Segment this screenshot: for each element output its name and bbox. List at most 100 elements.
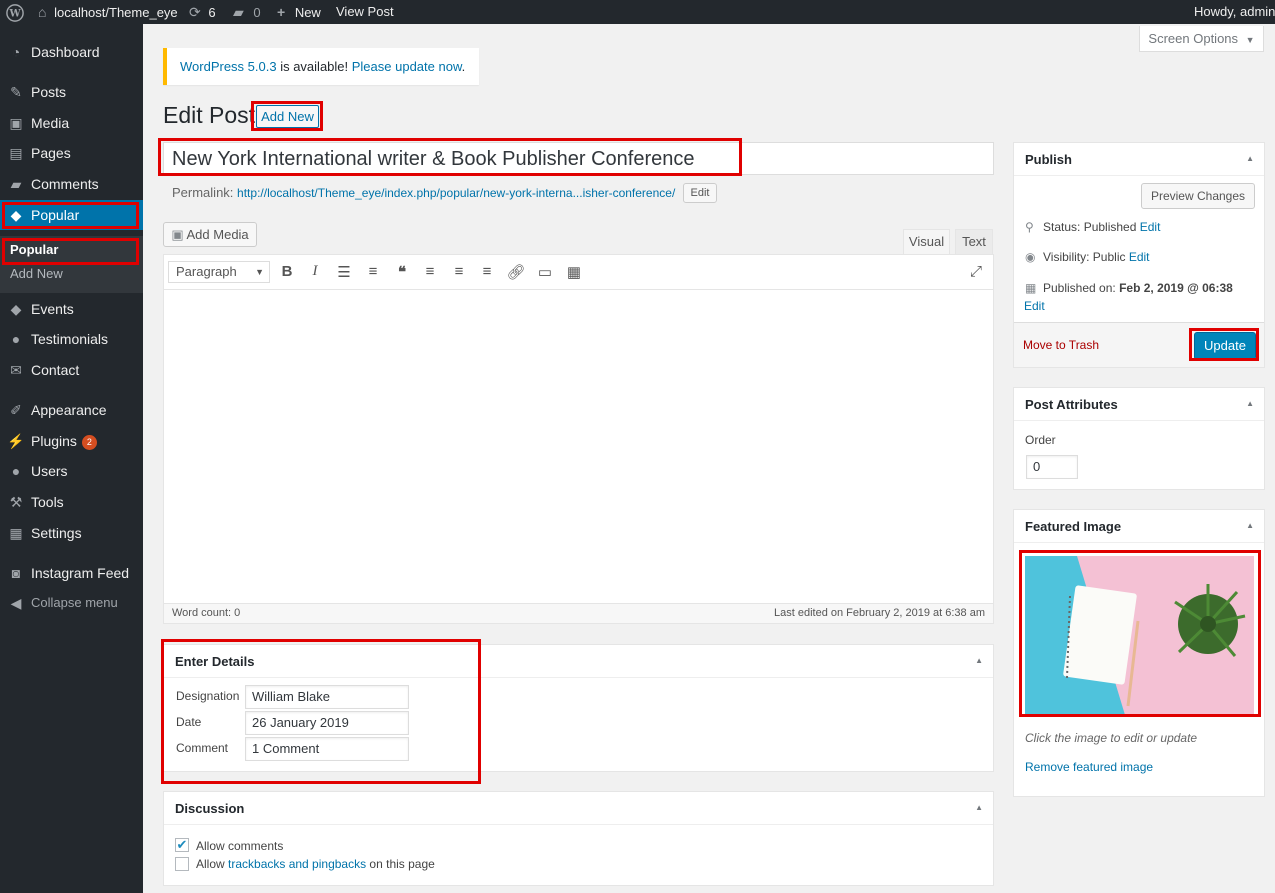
word-count: Word count: 0	[172, 607, 241, 619]
brush-icon: ✐	[10, 402, 22, 418]
collapse-toggle-icon[interactable]: ▲	[1246, 521, 1254, 530]
collapse-toggle-icon[interactable]: ▲	[1246, 399, 1254, 408]
site-name-link[interactable]: ⌂ localhost/Theme_eye	[38, 0, 178, 24]
media-icon: ▣	[9, 115, 23, 131]
sidebar-item-instagram-feed[interactable]: ◙ Instagram Feed	[0, 558, 143, 588]
updates-link[interactable]: ⟳ 6	[189, 0, 216, 24]
screen-options-button[interactable]: Screen Options ▼	[1139, 26, 1264, 52]
date-input[interactable]: 26 January 2019	[245, 711, 409, 735]
admin-sidebar: ◔ Dashboard ✎ Posts ▣ Media ▤ Pages ▰ Comment…	[0, 24, 143, 893]
comments-link[interactable]: ▰ 0	[233, 0, 261, 24]
allow-comments-checkbox[interactable]: ✔	[175, 838, 189, 852]
sidebar-item-users[interactable]: ● Users	[0, 456, 143, 486]
comment-input[interactable]: 1 Comment	[245, 737, 409, 761]
move-to-trash-link[interactable]: Move to Trash	[1023, 338, 1099, 352]
pin-icon: ✎	[10, 84, 22, 100]
settings-icon: ▦	[9, 525, 23, 541]
sidebar-item-appearance[interactable]: ✐ Appearance	[0, 395, 143, 425]
sidebar-item-plugins[interactable]: ⚡ Plugins 2	[0, 426, 143, 456]
add-new-button[interactable]: Add New	[256, 105, 319, 128]
publish-header[interactable]: Publish ▲	[1014, 143, 1264, 176]
tab-text[interactable]: Text	[955, 229, 993, 254]
italic-icon[interactable]: I	[305, 263, 325, 280]
trackbacks-link[interactable]: trackbacks and pingbacks	[228, 857, 366, 871]
read-more-icon[interactable]: ▭	[535, 263, 555, 281]
tag-icon: ◆	[10, 207, 22, 223]
published-on-edit-link[interactable]: Edit	[1024, 299, 1045, 313]
post-attributes-header[interactable]: Post Attributes ▲	[1014, 388, 1264, 421]
enter-details-header[interactable]: Enter Details ▲	[164, 645, 993, 678]
sidebar-item-dashboard[interactable]: ◔ Dashboard	[0, 37, 143, 67]
remove-featured-image-link[interactable]: Remove featured image	[1025, 760, 1153, 774]
submenu-item-add-new[interactable]: Add New	[10, 266, 63, 281]
sidebar-item-popular[interactable]: ◆ Popular	[0, 200, 143, 230]
featured-image-thumbnail[interactable]	[1025, 556, 1254, 715]
designation-label: Designation	[176, 689, 240, 703]
plugin-icon: ⚡	[7, 433, 25, 449]
status-edit-link[interactable]: Edit	[1140, 220, 1161, 234]
wrench-icon: ⚒	[9, 494, 23, 510]
fullscreen-icon[interactable]: ⤢	[966, 263, 986, 280]
users-icon: ●	[11, 331, 21, 347]
content-editor: Paragraph ▼ B I ☰ ≡ ❝ ≡ ≡ ≡ 🔗︎ ▭ ▦ ⤢ Word…	[163, 254, 994, 624]
featured-image-header[interactable]: Featured Image ▲	[1014, 510, 1264, 543]
sidebar-item-posts[interactable]: ✎ Posts	[0, 77, 143, 107]
featured-image-hint: Click the image to edit or update	[1025, 731, 1198, 745]
visibility-edit-link[interactable]: Edit	[1129, 250, 1150, 264]
discussion-header[interactable]: Discussion ▲	[164, 792, 993, 825]
sidebar-item-pages[interactable]: ▤ Pages	[0, 138, 143, 168]
align-right-icon[interactable]: ≡	[477, 263, 497, 280]
comment-icon: ▰	[10, 176, 22, 192]
update-now-link[interactable]: Please update now	[352, 59, 462, 74]
howdy-user[interactable]: Howdy, admin	[1194, 0, 1275, 24]
sidebar-item-events[interactable]: ◆ Events	[0, 294, 143, 324]
sidebar-item-contact[interactable]: ✉ Contact	[0, 355, 143, 385]
submenu-item-popular[interactable]: Popular	[10, 242, 58, 257]
caret-down-icon: ▼	[255, 267, 264, 277]
publish-actions: Move to Trash Update	[1014, 322, 1264, 367]
published-on-row: ▦ Published on: Feb 2, 2019 @ 06:38	[1025, 281, 1233, 295]
plugins-update-badge: 2	[81, 434, 97, 450]
wordpress-logo-icon[interactable]: W	[6, 0, 24, 24]
designation-input[interactable]: William Blake	[245, 685, 409, 709]
bullet-list-icon[interactable]: ☰	[334, 263, 354, 281]
mail-icon: ✉	[10, 362, 22, 378]
publish-box: Publish ▲ Preview Changes ⚲ Status: Publis…	[1013, 142, 1265, 368]
preview-changes-button[interactable]: Preview Changes	[1141, 183, 1255, 209]
collapse-toggle-icon[interactable]: ▲	[975, 656, 983, 665]
sidebar-item-media[interactable]: ▣ Media	[0, 108, 143, 138]
collapse-menu-button[interactable]: ◀ Collapse menu	[0, 588, 143, 618]
discussion-box: Discussion ▲ ✔ Allow comments Allow track…	[163, 791, 994, 886]
align-center-icon[interactable]: ≡	[449, 263, 469, 280]
page-title: Edit Post	[163, 102, 256, 128]
bold-icon[interactable]: B	[277, 263, 297, 280]
numbered-list-icon[interactable]: ≡	[363, 263, 383, 280]
format-select[interactable]: Paragraph ▼	[168, 261, 270, 283]
plus-icon: +	[277, 4, 286, 20]
permalink-url[interactable]: http://localhost/Theme_eye/index.php/pop…	[237, 186, 675, 200]
allow-trackbacks-checkbox[interactable]	[175, 857, 189, 871]
post-title-input[interactable]: New York International writer & Book Pub…	[163, 142, 994, 175]
sidebar-item-tools[interactable]: ⚒ Tools	[0, 487, 143, 517]
order-input[interactable]: 0	[1026, 455, 1078, 479]
tab-visual[interactable]: Visual	[903, 229, 950, 254]
sidebar-item-comments[interactable]: ▰ Comments	[0, 169, 143, 199]
add-media-button[interactable]: ▣ Add Media	[163, 222, 257, 247]
collapse-toggle-icon[interactable]: ▲	[1246, 154, 1254, 163]
last-edited: Last edited on February 2, 2019 at 6:38 …	[774, 607, 985, 619]
align-left-icon[interactable]: ≡	[420, 263, 440, 280]
toolbar-toggle-icon[interactable]: ▦	[564, 263, 584, 281]
collapse-toggle-icon[interactable]: ▲	[975, 803, 983, 812]
svg-text:W: W	[8, 8, 21, 19]
permalink-edit-button[interactable]: Edit	[683, 183, 717, 203]
link-icon[interactable]: 🔗︎	[506, 263, 526, 281]
sidebar-item-testimonials[interactable]: ● Testimonials	[0, 324, 143, 354]
blockquote-icon[interactable]: ❝	[392, 263, 412, 281]
update-button[interactable]: Update	[1194, 332, 1256, 360]
new-content-link[interactable]: + New	[277, 0, 321, 24]
version-link[interactable]: WordPress 5.0.3	[180, 59, 277, 74]
sidebar-item-settings[interactable]: ▦ Settings	[0, 518, 143, 548]
view-post-link[interactable]: View Post	[336, 0, 394, 24]
media-icon: ▣	[171, 227, 184, 242]
enter-details-box: Enter Details ▲ Designation William Blake…	[163, 644, 994, 772]
